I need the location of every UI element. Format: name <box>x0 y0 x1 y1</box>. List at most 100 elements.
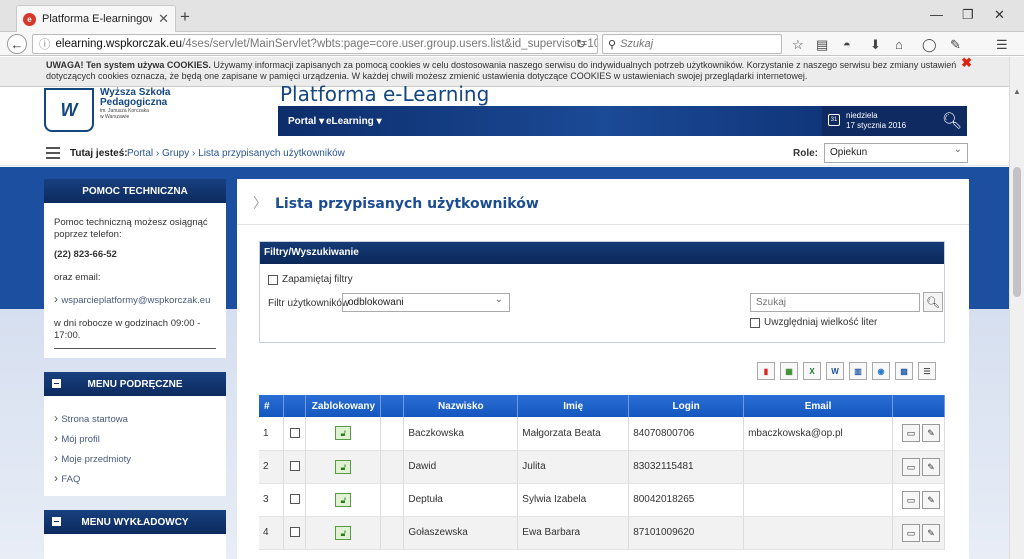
lecturer-menu <box>44 534 226 559</box>
export-image-icon[interactable]: ▩ <box>895 362 913 380</box>
url-bar[interactable]: ⓘ elearning.wspkorczak.eu/4ses/servlet/M… <box>32 34 598 54</box>
close-tab-icon[interactable]: ✕ <box>158 11 169 27</box>
unlocked-icon[interactable]: 🔓︎ <box>335 426 352 441</box>
university-logo[interactable]: W <box>44 88 94 132</box>
menu-item-home[interactable]: Strona startowa <box>54 412 216 426</box>
remember-filters-label: Zapamiętaj filtry <box>282 274 353 285</box>
quick-menu-title[interactable]: MENU PODRĘCZNE <box>44 372 226 396</box>
export-odt-icon[interactable]: ◉ <box>872 362 890 380</box>
collapse-icon[interactable] <box>52 517 61 526</box>
case-sensitive[interactable]: Uwzględniaj wielkość liter <box>750 317 877 328</box>
preview-icon[interactable]: ▭ <box>902 457 920 476</box>
minimize-icon[interactable]: — <box>930 7 943 22</box>
reload-icon[interactable]: ↻ <box>576 37 586 51</box>
unlocked-icon[interactable]: 🔓︎ <box>335 459 352 474</box>
menu-elearning[interactable]: eLearning ▾ <box>326 116 382 127</box>
row-actions: ▭ ✎ <box>892 483 945 517</box>
remember-filters[interactable]: Zapamiętaj filtry <box>268 274 353 285</box>
help-email-link[interactable]: wsparcieplatformy@wspkorczak.eu <box>54 293 216 307</box>
edit-pencil-icon[interactable]: ✎ <box>922 424 940 443</box>
export-document-icon[interactable]: ▥ <box>849 362 867 380</box>
table-row: 3 🔓︎ Deptuła Sylwia Izabela 80042018265 … <box>259 483 945 517</box>
page-scrollbar[interactable]: ▲ <box>1009 57 1024 559</box>
row-checkbox[interactable] <box>289 428 300 439</box>
user-filter-select[interactable]: odblokowani <box>342 293 510 312</box>
table-row: 2 🔓︎ Dawid Julita 83032115481 ▭ ✎ <box>259 450 945 484</box>
restore-icon[interactable]: ❐ <box>962 7 974 23</box>
help-panel-title: POMOC TECHNICZNA <box>44 179 226 203</box>
remember-filters-checkbox[interactable] <box>268 274 278 285</box>
preview-icon[interactable]: ▭ <box>902 523 920 542</box>
collapse-icon[interactable] <box>52 379 61 388</box>
extension-icon[interactable]: ✎ <box>950 37 961 53</box>
university-name: Wyższa Szkoła Pedagogiczna im. Janusza K… <box>100 88 170 121</box>
menu-hamburger-icon[interactable]: ☰ <box>996 37 1008 53</box>
university-name-line2: Pedagogiczna <box>100 97 168 108</box>
case-sensitive-checkbox[interactable] <box>750 317 760 328</box>
user-search-input[interactable] <box>750 293 920 312</box>
row-checkbox[interactable] <box>289 461 300 472</box>
new-tab-icon[interactable]: + <box>180 7 190 27</box>
preview-icon[interactable]: ▭ <box>902 490 920 509</box>
tab-title: Platforma E-learningowa ... <box>42 13 152 25</box>
breadcrumb-label: Tutaj jesteś: <box>70 148 128 159</box>
scroll-up-icon[interactable]: ▲ <box>1013 87 1021 96</box>
breadcrumb-portal[interactable]: Portal <box>127 148 153 159</box>
edit-pencil-icon[interactable]: ✎ <box>922 523 940 542</box>
home-icon[interactable]: ⌂ <box>895 37 903 52</box>
col-select <box>283 395 307 417</box>
lecturer-menu-title[interactable]: MENU WYKŁADOWCY <box>44 510 226 534</box>
col-blocked[interactable]: Zablokowany <box>305 395 382 417</box>
row-checkbox[interactable] <box>289 494 300 505</box>
col-surname[interactable]: Nazwisko <box>403 395 519 417</box>
browser-search-box[interactable]: ⚲ <box>602 34 782 54</box>
export-pdf-icon[interactable]: ▮ <box>757 362 775 380</box>
close-window-icon[interactable]: ✕ <box>994 7 1005 23</box>
unlocked-icon[interactable]: 🔓︎ <box>335 492 352 507</box>
menu-item-profile[interactable]: Mój profil <box>54 432 216 446</box>
download-icon[interactable]: ⬇ <box>870 37 881 53</box>
menu-portal[interactable]: Portal ▾ <box>288 116 324 127</box>
site-favicon-icon: e <box>23 12 36 26</box>
list-icon <box>46 147 60 159</box>
row-select <box>283 417 307 451</box>
browser-search-input[interactable] <box>620 38 761 50</box>
pocket-icon[interactable]: ◓ <box>843 37 851 52</box>
table-row: 1 🔓︎ Baczkowska Małgorzata Beata 8407080… <box>259 417 945 451</box>
col-name[interactable]: Imię <box>517 395 630 417</box>
bookmark-star-icon[interactable]: ☆ <box>792 37 804 53</box>
row-actions: ▭ ✎ <box>892 516 945 550</box>
col-number[interactable]: # <box>259 395 285 417</box>
edit-pencil-icon[interactable]: ✎ <box>922 490 940 509</box>
quick-menu-label: MENU PODRĘCZNE <box>87 378 183 390</box>
menu-item-subjects[interactable]: Moje przedmioty <box>54 452 216 466</box>
role-select[interactable]: Opiekun <box>824 143 968 163</box>
row-empty <box>380 483 405 517</box>
help-panel: Pomoc techniczną możesz osiągnąć poprzez… <box>44 203 226 358</box>
row-surname: Baczkowska <box>403 417 519 451</box>
col-email[interactable]: Email <box>743 395 893 417</box>
browser-tab[interactable]: e Platforma E-learningowa ... ✕ <box>16 5 176 32</box>
col-empty <box>380 395 405 417</box>
close-cookies-icon[interactable]: ✖ <box>961 56 972 69</box>
unlocked-icon[interactable]: 🔓︎ <box>335 525 352 540</box>
help-text-email: oraz email: <box>54 272 101 283</box>
export-text-icon[interactable]: ☰ <box>918 362 936 380</box>
site-search-button[interactable]: 🔍︎ <box>937 106 967 136</box>
breadcrumb-current[interactable]: Lista przypisanych użytkowników <box>198 148 345 159</box>
preview-icon[interactable]: ▭ <box>902 424 920 443</box>
user-search-button[interactable]: 🔍︎ <box>923 292 943 312</box>
row-checkbox[interactable] <box>289 527 300 538</box>
export-csv-icon[interactable]: ▦ <box>780 362 798 380</box>
chat-icon[interactable]: ◯ <box>922 37 937 53</box>
cookies-notice-title: UWAGA! Ten system używa COOKIES. <box>46 60 211 70</box>
breadcrumb-groups[interactable]: Grupy <box>162 148 189 159</box>
reading-list-icon[interactable]: ▤ <box>816 37 828 53</box>
scrollbar-thumb[interactable] <box>1013 167 1021 297</box>
export-excel-icon[interactable]: X <box>803 362 821 380</box>
col-login[interactable]: Login <box>628 395 745 417</box>
back-arrow-icon[interactable]: ← <box>7 34 27 54</box>
menu-item-faq[interactable]: FAQ <box>54 472 216 486</box>
edit-pencil-icon[interactable]: ✎ <box>922 457 940 476</box>
export-word-icon[interactable]: W <box>826 362 844 380</box>
